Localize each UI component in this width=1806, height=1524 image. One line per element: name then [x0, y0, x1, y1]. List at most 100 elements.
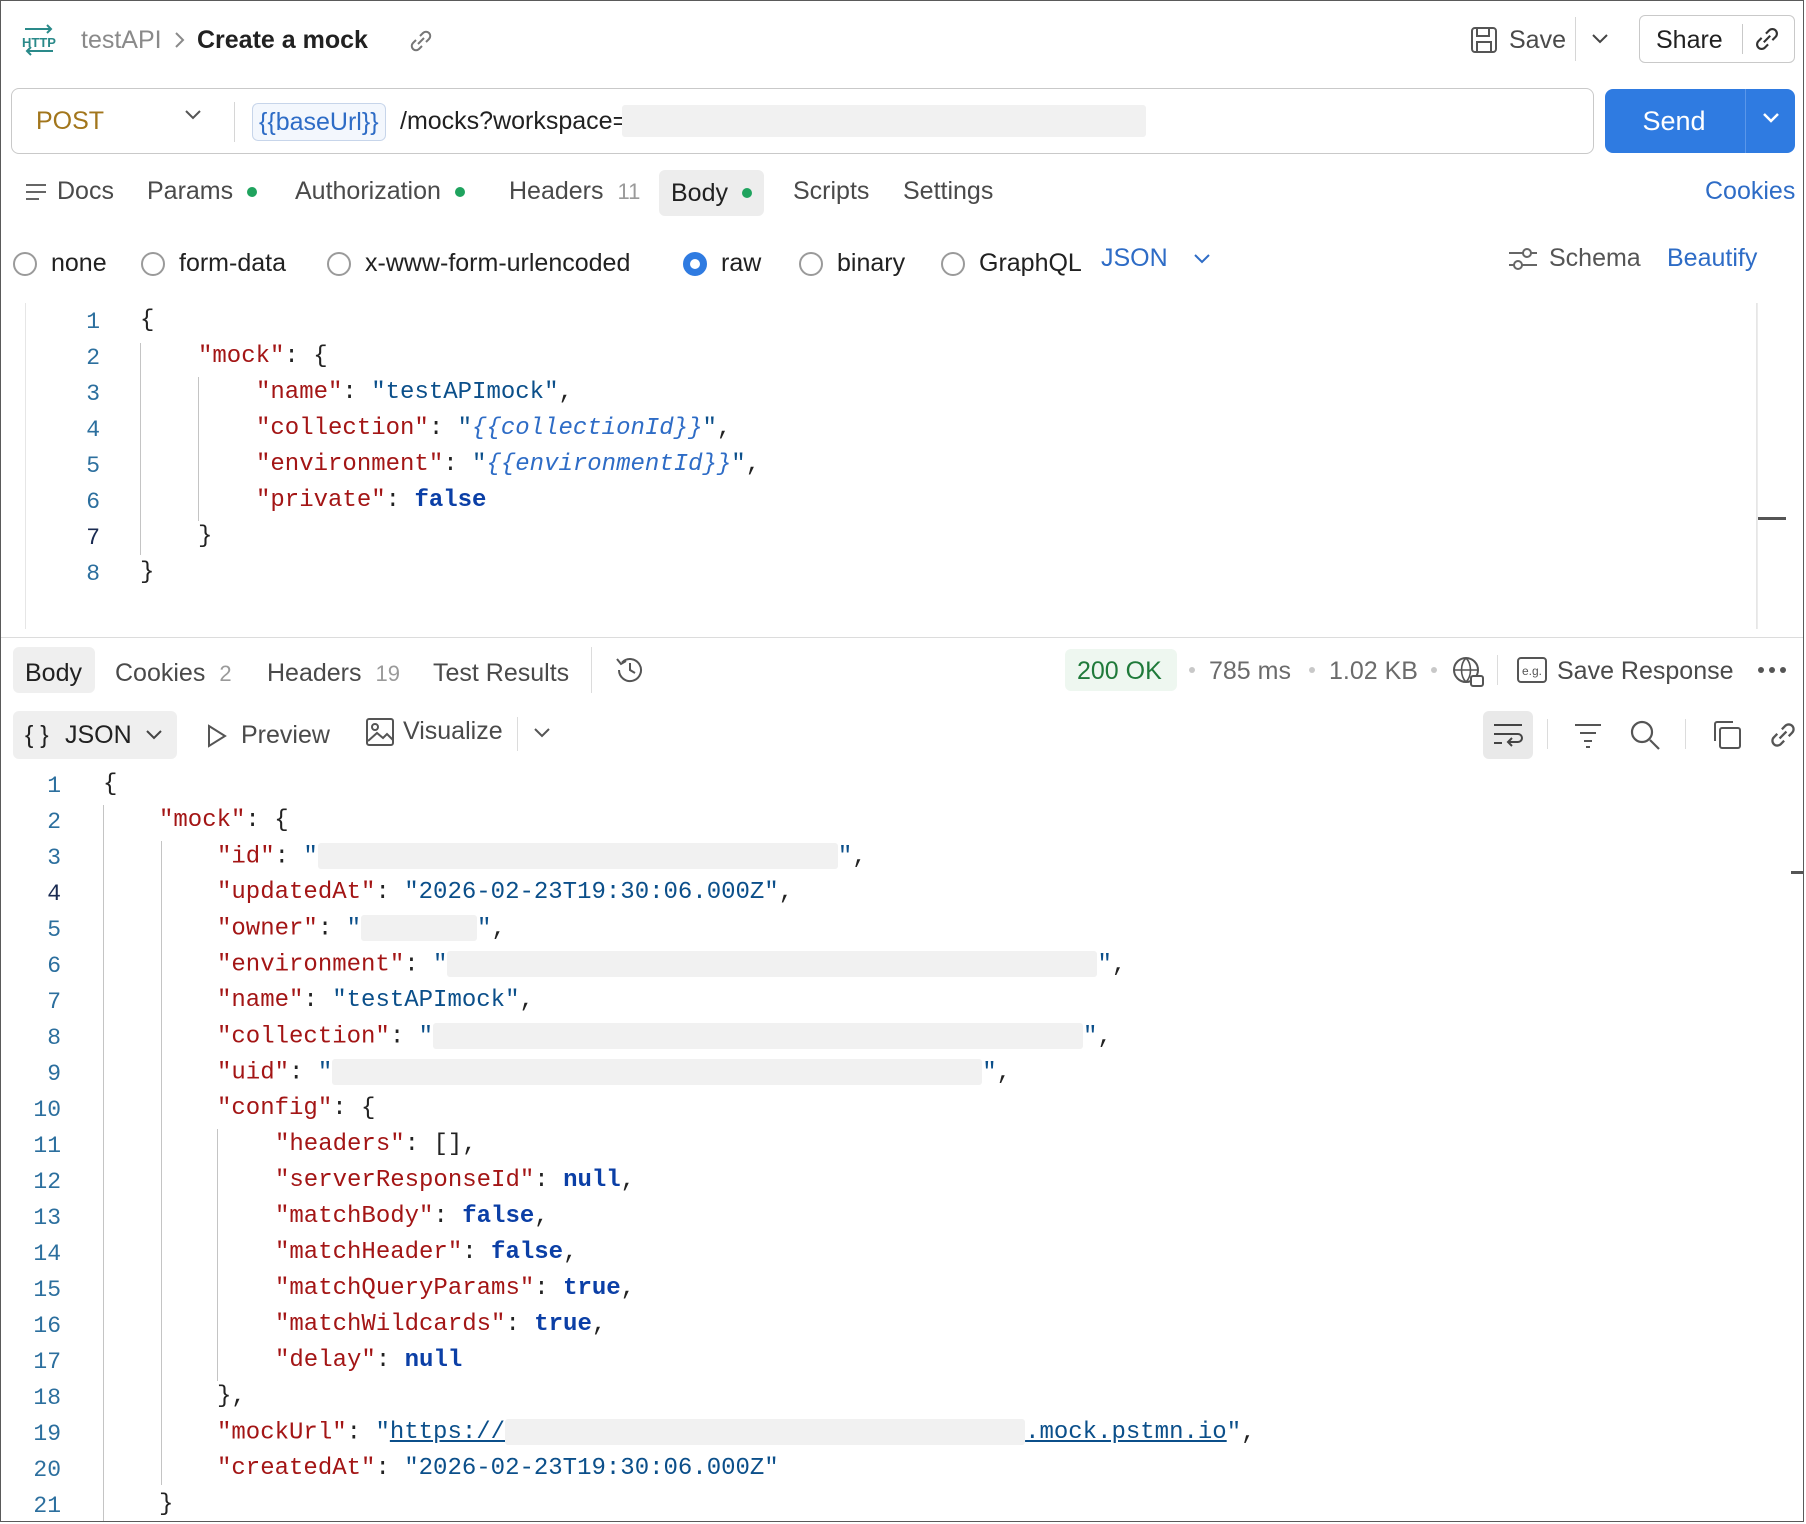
share-button-group: Share: [1639, 15, 1795, 63]
response-tab-test-results[interactable]: Test Results: [433, 659, 569, 688]
radio-circle: [799, 251, 823, 276]
chevron-down-icon[interactable]: [1761, 111, 1781, 125]
save-response-button[interactable]: Save Response: [1557, 657, 1734, 686]
tab-headers-count: 11: [617, 178, 641, 204]
beautify-button[interactable]: Beautify: [1667, 244, 1757, 273]
line-number: 21: [33, 1493, 61, 1519]
response-tab-label: Headers: [267, 659, 362, 687]
history-icon[interactable]: [613, 653, 647, 687]
mock-url-suffix: .mock.pstmn.io: [1025, 1419, 1227, 1447]
indent-guide: [161, 841, 162, 1485]
radio-circle: [141, 251, 165, 276]
search-icon[interactable]: [1629, 719, 1661, 751]
response-tab-cookies[interactable]: Cookies 2: [115, 659, 232, 688]
tab-params[interactable]: Params: [147, 177, 258, 206]
json-boolean: true: [534, 1311, 592, 1338]
link-icon[interactable]: [407, 27, 435, 55]
json-string: "testAPImock": [371, 379, 559, 406]
chevron-down-icon[interactable]: [1591, 33, 1609, 45]
copy-icon[interactable]: [1711, 719, 1743, 751]
line-number: 2: [47, 809, 61, 835]
radio-x-www-form-urlencoded[interactable]: x-www-form-urlencoded: [327, 249, 630, 278]
link-icon[interactable]: [1752, 24, 1782, 54]
indent-guide: [198, 377, 199, 521]
breadcrumb-parent[interactable]: testAPI: [81, 26, 162, 55]
separator-dot: [1431, 667, 1437, 673]
json-null: null: [563, 1167, 621, 1194]
radio-label: none: [51, 249, 107, 277]
response-tab-headers[interactable]: Headers 19: [267, 659, 400, 688]
radio-graphql[interactable]: GraphQL: [941, 249, 1082, 278]
line-number: 4: [86, 417, 100, 443]
code-token: {: [140, 307, 155, 334]
response-time[interactable]: 785 ms: [1209, 657, 1291, 686]
tab-body[interactable]: Body: [659, 170, 764, 216]
method-select[interactable]: POST: [36, 107, 104, 136]
tab-authorization[interactable]: Authorization: [295, 177, 465, 206]
url-input[interactable]: /mocks?workspace=: [400, 107, 627, 136]
status-dot: [247, 186, 258, 197]
svg-text:HTTP: HTTP: [22, 35, 56, 50]
postman-request-window: HTTP testAPI Create a mock Save Share PO…: [0, 0, 1804, 1522]
radio-form-data[interactable]: form-data: [141, 249, 286, 278]
chevron-down-icon[interactable]: [533, 727, 551, 739]
status-dot: [454, 186, 465, 197]
tab-headers[interactable]: Headers 11: [509, 177, 640, 206]
radio-circle-selected: [683, 251, 707, 276]
request-title[interactable]: Create a mock: [197, 26, 368, 55]
line-number: 7: [86, 525, 100, 551]
save-icon[interactable]: [1469, 25, 1499, 55]
json-null: null: [404, 1347, 463, 1374]
tab-settings[interactable]: Settings: [903, 177, 993, 206]
radio-none[interactable]: none: [13, 249, 107, 278]
chevron-down-icon[interactable]: [145, 729, 163, 741]
cookies-link[interactable]: Cookies: [1705, 177, 1795, 206]
scrollbar-track[interactable]: [1757, 303, 1758, 629]
more-options-icon[interactable]: [1757, 665, 1787, 675]
mock-url-link[interactable]: https:// .mock.pstmn.io: [390, 1419, 1227, 1446]
json-key: "config": [217, 1095, 333, 1122]
body-format-select[interactable]: JSON: [1101, 244, 1168, 273]
filter-icon[interactable]: [1573, 721, 1603, 749]
send-button[interactable]: Send: [1605, 89, 1743, 153]
response-tab-body[interactable]: Body: [25, 659, 82, 688]
json-boolean: false: [462, 1203, 535, 1230]
json-boolean: false: [414, 487, 487, 514]
line-number: 3: [86, 381, 100, 407]
link-icon[interactable]: [1767, 719, 1799, 751]
svg-text:e.g.: e.g.: [1522, 664, 1542, 678]
request-body-editor[interactable]: 1 2 3 4 5 6 7 8 { "mock": { "name": "tes…: [25, 303, 1786, 629]
divider: [1685, 719, 1686, 749]
schema-button[interactable]: Schema: [1549, 244, 1641, 273]
radio-binary[interactable]: binary: [799, 249, 905, 278]
globe-lock-icon[interactable]: [1451, 655, 1485, 689]
redacted-value: [447, 951, 1098, 977]
pane-divider[interactable]: [1, 637, 1803, 638]
tab-scripts[interactable]: Scripts: [793, 177, 869, 206]
response-body-viewer[interactable]: 1 2 3 4 5 6 7 8 9 10 11 12 13 14 15 16 1…: [1, 767, 1803, 1521]
response-tab-count: 19: [375, 660, 400, 686]
response-format-select[interactable]: JSON: [65, 721, 132, 750]
chevron-down-icon[interactable]: [1193, 253, 1211, 265]
line-number: 16: [33, 1313, 61, 1339]
url-variable-chip[interactable]: {{baseUrl}}: [252, 103, 386, 141]
json-key: "mock": [159, 807, 246, 834]
json-variable: {{environmentId}}: [486, 451, 732, 478]
response-tab-label: Body: [25, 659, 82, 687]
status-code[interactable]: 200 OK: [1077, 657, 1162, 686]
response-size[interactable]: 1.02 KB: [1329, 657, 1418, 686]
tab-docs[interactable]: Docs: [25, 177, 114, 206]
code-token: {: [103, 771, 118, 798]
save-button[interactable]: Save: [1509, 26, 1566, 55]
divider: [1547, 719, 1548, 749]
json-key: "createdAt": [217, 1455, 376, 1482]
wrap-lines-icon[interactable]: [1491, 719, 1525, 751]
chevron-down-icon[interactable]: [184, 109, 202, 121]
preview-button[interactable]: Preview: [241, 721, 330, 750]
json-key: "uid": [217, 1059, 290, 1087]
share-button[interactable]: Share: [1656, 26, 1723, 55]
json-key: "private": [256, 487, 386, 514]
visualize-button[interactable]: Visualize: [403, 717, 503, 746]
radio-raw[interactable]: raw: [683, 249, 761, 278]
status-dot: [741, 188, 752, 198]
